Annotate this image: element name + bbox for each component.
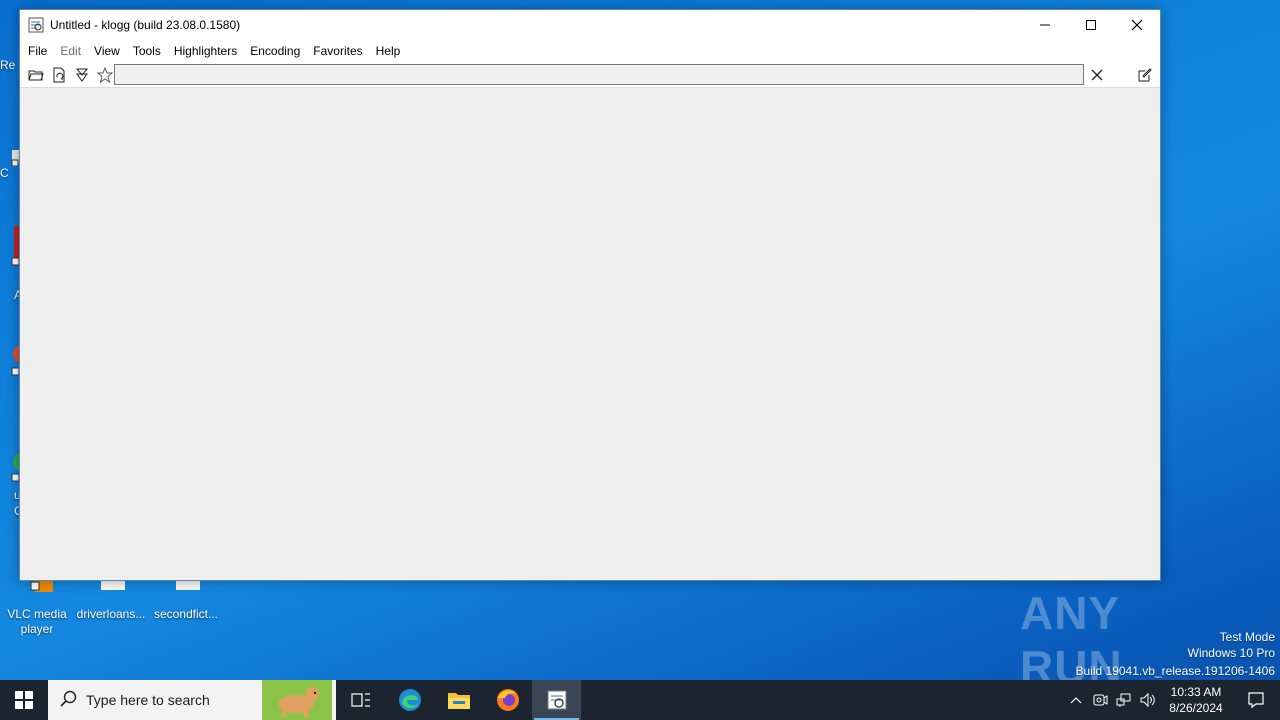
klogg-app-icon	[28, 17, 44, 33]
maximize-icon	[1086, 20, 1096, 30]
maximize-button[interactable]	[1068, 10, 1114, 40]
watermark-test-mode: Test Mode	[1219, 630, 1275, 644]
clear-icon	[1091, 69, 1103, 81]
task-view-icon	[350, 693, 370, 707]
desktop-icon-label: secondfict...	[153, 607, 219, 621]
windows-logo-icon	[15, 691, 33, 709]
follow-button[interactable]	[70, 64, 93, 86]
camera-icon	[1093, 694, 1108, 706]
desktop-sliver-icon[interactable]	[0, 342, 31, 381]
menu-bar: File Edit View Tools Highlighters Encodi…	[20, 40, 1160, 62]
desktop-sliver-icon[interactable]	[0, 448, 31, 487]
search-placeholder: Type here to search	[86, 692, 210, 708]
klogg-icon	[547, 690, 566, 710]
edit-icon	[1138, 68, 1152, 82]
desktop-sliver-label: A	[14, 288, 23, 302]
follow-arrow-icon	[75, 68, 88, 82]
favorite-button[interactable]	[93, 64, 116, 86]
anyrun-watermark: ANY RUN Test Mode Windows 10 Pro Build 1…	[1020, 580, 1280, 693]
watermark-build: Build 19041.vb_release.191206-1406	[1075, 664, 1276, 678]
klogg-taskbar-button[interactable]	[532, 680, 581, 720]
file-explorer-taskbar-button[interactable]	[434, 680, 483, 720]
firefox-icon	[496, 689, 519, 711]
folder-open-icon	[28, 70, 44, 80]
title-bar[interactable]: Untitled - klogg (build 23.08.0.1580)	[20, 10, 1160, 40]
volume-button[interactable]	[1136, 680, 1160, 720]
menu-help[interactable]: Help	[371, 44, 406, 58]
open-file-button[interactable]	[24, 64, 47, 86]
window-controls	[1022, 10, 1160, 40]
firefox-taskbar-button[interactable]	[483, 680, 532, 720]
close-icon	[1131, 19, 1143, 31]
notification-icon	[1248, 692, 1264, 709]
file-explorer-icon	[447, 693, 470, 709]
search-icon	[60, 690, 78, 711]
menu-file[interactable]: File	[23, 44, 52, 58]
edit-button[interactable]	[1134, 64, 1156, 86]
log-view-area[interactable]	[20, 89, 1160, 580]
edge-icon	[398, 689, 421, 711]
desktop-sliver-label: C	[0, 166, 9, 180]
clock-time: 10:33 AM	[1170, 685, 1222, 699]
search-highlight-dog-icon	[262, 680, 332, 720]
edge-taskbar-button[interactable]	[385, 680, 434, 720]
menu-tools[interactable]: Tools	[128, 44, 166, 58]
desktop-sliver-label: C	[0, 504, 23, 518]
desktop-icon-label: VLC media player	[7, 607, 67, 636]
desktop-sliver-label: Re	[0, 58, 16, 72]
close-button[interactable]	[1114, 10, 1160, 40]
speaker-icon	[1140, 692, 1155, 708]
window-title: Untitled - klogg (build 23.08.0.1580)	[50, 18, 241, 32]
menu-edit[interactable]: Edit	[55, 44, 86, 58]
search-input[interactable]	[114, 64, 1084, 85]
desktop-sliver-icon[interactable]	[0, 226, 20, 273]
watermark-edition: Windows 10 Pro	[1187, 646, 1275, 660]
taskbar-search[interactable]: Type here to search	[48, 680, 336, 720]
menu-highlighters[interactable]: Highlighters	[169, 44, 242, 58]
desktop-sliver-label: u	[14, 488, 21, 502]
menu-encoding[interactable]: Encoding	[245, 44, 305, 58]
clear-search-button[interactable]	[1086, 64, 1108, 86]
toolbar	[20, 62, 1160, 88]
network-icon	[1116, 693, 1131, 707]
klogg-window: Untitled - klogg (build 23.08.0.1580) Fi…	[19, 9, 1161, 581]
action-center-button[interactable]	[1232, 680, 1280, 720]
system-tray: 10:33 AM 8/26/2024	[1064, 680, 1280, 720]
reload-file-icon	[53, 67, 64, 82]
meet-now-button[interactable]	[1088, 680, 1112, 720]
menu-favorites[interactable]: Favorites	[308, 44, 367, 58]
start-button[interactable]	[0, 680, 48, 720]
network-button[interactable]	[1112, 680, 1136, 720]
menu-view[interactable]: View	[89, 44, 125, 58]
minimize-icon	[1040, 24, 1050, 26]
desktop-icon-label: driverloans...	[76, 607, 146, 621]
chevron-up-icon	[1070, 697, 1082, 704]
desktop-icon-vlc[interactable]: VLC media player	[0, 572, 74, 637]
show-hidden-icons-button[interactable]	[1064, 680, 1088, 720]
clock-date: 8/26/2024	[1169, 701, 1223, 715]
taskbar-clock[interactable]: 10:33 AM 8/26/2024	[1160, 684, 1232, 716]
task-view-button[interactable]	[336, 680, 385, 720]
minimize-button[interactable]	[1022, 10, 1068, 40]
taskbar: Type here to search 10:33 AM 8/26/2024	[0, 680, 1280, 720]
star-icon	[96, 66, 113, 83]
reload-button[interactable]	[47, 64, 70, 86]
